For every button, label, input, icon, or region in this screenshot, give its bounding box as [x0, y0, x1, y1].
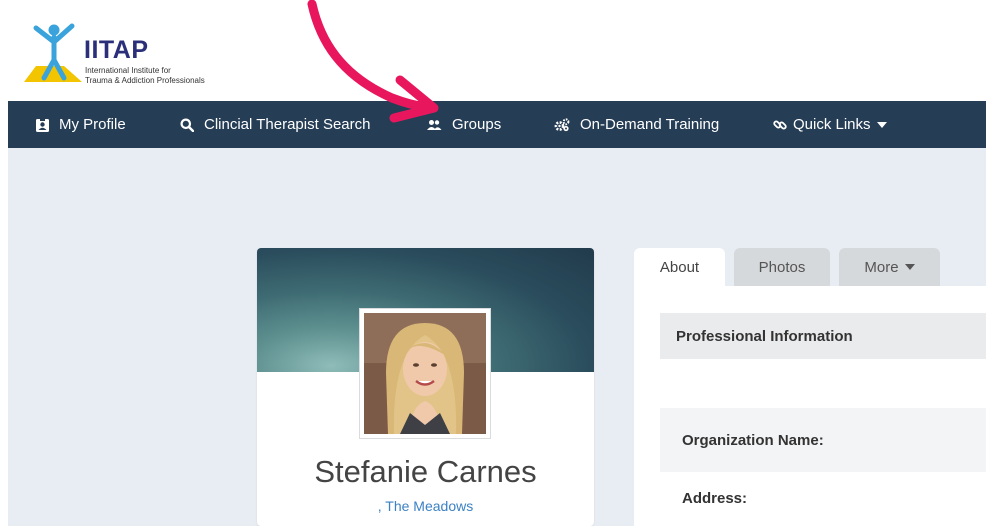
nav-label-therapist-search: Clincial Therapist Search: [204, 116, 371, 133]
field-label-organization: Organization Name:: [682, 431, 824, 449]
nav-label-groups: Groups: [452, 116, 502, 133]
search-icon: [180, 118, 194, 132]
tab-more-label: More: [864, 258, 899, 276]
nav-label-quick-links: Quick Links: [793, 116, 871, 133]
tab-photos-label: Photos: [758, 258, 806, 276]
nav-item-on-demand-training[interactable]: On-Demand Training: [554, 101, 719, 148]
users-icon: [427, 119, 442, 130]
tab-photos[interactable]: Photos: [734, 248, 830, 286]
nav-item-groups[interactable]: Groups: [426, 101, 501, 148]
nav-item-therapist-search[interactable]: Clincial Therapist Search: [180, 101, 370, 148]
tab-about[interactable]: About: [634, 248, 725, 286]
logo-subtitle-line2: Trauma & Addiction Professionals: [85, 76, 205, 85]
iitap-logo[interactable]: IITAP International Institute for Trauma…: [24, 22, 254, 90]
main-nav: My Profile Clincial Therapist Search Gro…: [8, 101, 986, 148]
organization-name-row: Organization Name:: [660, 408, 986, 472]
logo-title: IITAP: [84, 36, 149, 64]
portrait-image: [364, 313, 486, 434]
logo-figure-icon: [24, 23, 82, 82]
tab-more[interactable]: More: [839, 248, 940, 286]
professional-info-header: Professional Information: [660, 313, 986, 359]
link-icon: [773, 120, 787, 129]
page: IITAP International Institute for Trauma…: [0, 0, 986, 526]
nav-item-quick-links[interactable]: Quick Links: [773, 101, 887, 148]
caret-down-icon: [904, 264, 915, 270]
nav-item-my-profile[interactable]: My Profile: [36, 101, 126, 148]
nav-label-on-demand-training: On-Demand Training: [580, 116, 720, 133]
profile-organization-link[interactable]: , The Meadows: [257, 498, 594, 514]
caret-down-icon: [876, 121, 887, 128]
field-label-address: Address:: [682, 490, 748, 507]
gears-icon: [554, 117, 570, 131]
logo-subtitle-line1: International Institute for: [85, 66, 171, 75]
id-badge-icon: [36, 117, 49, 132]
tab-about-label: About: [659, 258, 700, 276]
profile-photo[interactable]: [359, 308, 491, 439]
nav-label-my-profile: My Profile: [59, 116, 126, 133]
section-title: Professional Information: [676, 327, 853, 345]
profile-name: Stefanie Carnes: [314, 454, 537, 489]
profile-card: Stefanie Carnes , The Meadows: [257, 248, 594, 526]
